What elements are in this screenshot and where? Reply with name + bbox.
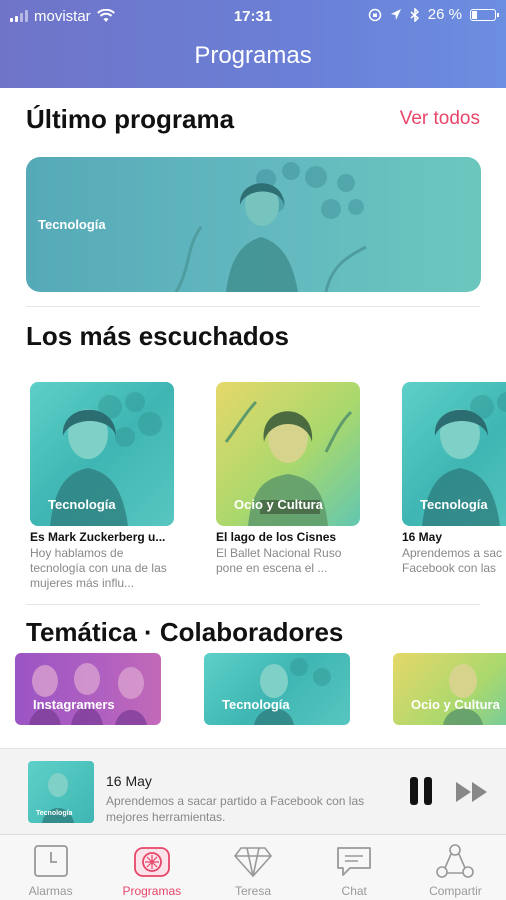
- screen: movistar 17:31 26 % Programas Último pro…: [0, 0, 506, 900]
- tab-label: Compartir: [429, 884, 482, 898]
- thematic-label: Instagramers: [33, 697, 115, 712]
- battery-icon: [470, 8, 499, 21]
- app-header: movistar 17:31 26 % Programas: [0, 0, 506, 88]
- battery-fill: [472, 10, 477, 19]
- mini-player[interactable]: Tecnología 16 May Aprendemos a sacar par…: [0, 748, 506, 834]
- thematic-heading: Temática · Colaboradores: [26, 617, 344, 647]
- card-title: 16 May: [402, 530, 443, 544]
- radio-icon: [133, 847, 170, 877]
- player-thumbnail: Tecnología: [28, 761, 94, 823]
- thumbnail-category: Tecnología: [36, 810, 73, 817]
- most-listened-card[interactable]: Tecnología: [30, 382, 174, 526]
- pause-button[interactable]: [410, 777, 438, 807]
- share-icon: [436, 844, 475, 878]
- card-description: El Ballet Nacional Ruso pone en escena e…: [216, 546, 342, 575]
- page-title: Programas: [194, 42, 312, 69]
- alarm-clock-icon: [33, 845, 68, 877]
- battery-label: 26 %: [427, 6, 462, 23]
- pause-icon: [410, 777, 418, 805]
- fast-forward-icon[interactable]: [454, 780, 490, 804]
- card-description: Aprendemos a sac Facebook con las: [402, 546, 503, 575]
- thematic-label: Ocio y Cultura: [411, 697, 500, 712]
- thematic-illustration: [443, 664, 483, 725]
- thematic-illustration: [254, 658, 331, 725]
- thematic-illustration: [29, 663, 147, 725]
- tab-label: Programas: [122, 884, 182, 898]
- status-bar: movistar 17:31 26 %: [10, 6, 499, 26]
- divider: [26, 604, 480, 605]
- card-category: Ocio y Cultura: [234, 497, 323, 512]
- latest-program-card[interactable]: Tecnología: [26, 157, 481, 292]
- hero-category: Tecnología: [38, 217, 106, 232]
- latest-heading: Último programa: [26, 104, 235, 134]
- card-title: El lago de los Cisnes: [216, 530, 337, 544]
- location-icon: [390, 8, 401, 20]
- card-category: Tecnología: [420, 497, 488, 512]
- tab-compartir[interactable]: Compartir: [405, 835, 506, 900]
- thematic-card[interactable]: Tecnología: [204, 653, 350, 725]
- bluetooth-icon: [410, 7, 419, 22]
- diamond-icon: [233, 847, 273, 878]
- pause-icon: [424, 777, 432, 805]
- tab-bar: Alarmas Programas Teresa Chat Compartir: [0, 834, 506, 900]
- tab-label: Teresa: [234, 884, 272, 898]
- thematic-card[interactable]: Instagramers: [15, 653, 161, 725]
- card-title: Es Mark Zuckerberg u...: [30, 530, 166, 544]
- tab-chat[interactable]: Chat: [304, 835, 405, 900]
- most-listened-heading: Los más escuchados: [26, 321, 289, 351]
- player-date: 16 May: [106, 773, 152, 789]
- player-description: Aprendemos a sacar partido a Facebook co…: [106, 794, 365, 824]
- card-category: Tecnología: [48, 497, 116, 512]
- thematic-card[interactable]: Ocio y Cultura: [393, 653, 506, 725]
- most-listened-card[interactable]: Tecnología: [402, 382, 506, 526]
- divider: [26, 306, 480, 307]
- see-all-link[interactable]: Ver todos: [400, 108, 480, 130]
- tab-label: Chat: [341, 884, 367, 898]
- chat-bubble-icon: [337, 847, 372, 876]
- tab-alarmas[interactable]: Alarmas: [0, 835, 101, 900]
- status-right: 26 %: [368, 6, 499, 23]
- tab-label: Alarmas: [28, 884, 73, 898]
- thematic-label: Tecnología: [222, 697, 290, 712]
- tab-teresa[interactable]: Teresa: [202, 835, 303, 900]
- most-listened-card[interactable]: Ocio y Cultura: [216, 382, 360, 526]
- card-description: Hoy hablamos de tecnología con una de la…: [30, 546, 167, 590]
- tab-programas[interactable]: Programas: [101, 835, 202, 900]
- rotation-lock-icon: [368, 8, 382, 21]
